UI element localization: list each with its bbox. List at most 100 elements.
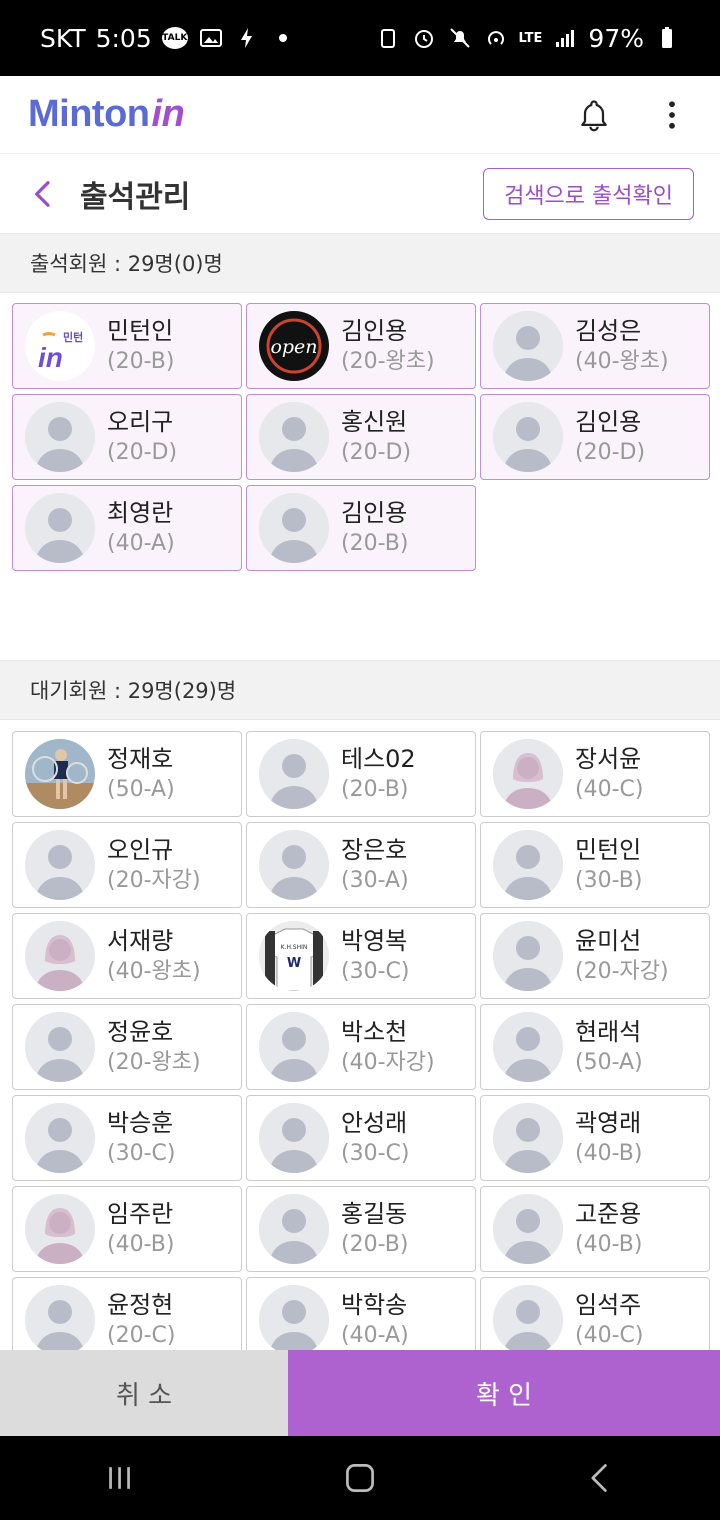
cancel-button[interactable]: 취 소 [0,1350,288,1436]
member-card[interactable]: 윤미선 (20-자강) [480,913,710,999]
member-name: 안성래 [341,1109,408,1137]
member-card[interactable]: 현래석 (50-A) [480,1004,710,1090]
member-card[interactable]: 윤정현 (20-C) [12,1277,242,1350]
avatar [493,1194,563,1264]
attended-heading: 출석회원 : 29명(0)명 [0,233,720,293]
member-info: 서재량 (40-왕초) [107,925,201,987]
member-grade: (30-C) [341,959,410,984]
confirm-button[interactable]: 확 인 [288,1350,720,1436]
member-card[interactable]: 홍길동 (20-B) [246,1186,476,1272]
battery-icon [654,25,680,51]
member-card[interactable]: 김성은 (40-왕초) [480,303,710,389]
member-grade: (40-C) [575,777,644,802]
signal-icon [552,25,578,51]
member-card[interactable]: 오인규 (20-자강) [12,822,242,908]
member-name: 테스02 [341,745,416,773]
more-vert-icon[interactable] [652,95,692,135]
avatar [259,402,329,472]
svg-text:민턴: 민턴 [63,330,83,344]
avatar [493,1012,563,1082]
member-grade: (50-A) [575,1050,643,1075]
clock: 5:05 [95,23,152,53]
member-name: 임석주 [575,1291,642,1319]
member-grade: (20-B) [341,531,409,556]
avatar [493,1103,563,1173]
member-card[interactable]: 김인용 (20-D) [480,394,710,480]
member-info: 윤정현 (20-C) [107,1289,175,1350]
member-card[interactable]: 테스02 (20-B) [246,731,476,817]
app-header: Minton in [0,76,720,154]
bell-icon[interactable] [574,95,614,135]
member-name: 윤미선 [575,927,642,955]
avatar [25,1103,95,1173]
svg-text:open: open [270,336,317,358]
member-info: 현래석 (50-A) [575,1016,643,1078]
member-name: 홍신원 [341,408,408,436]
member-grade: (40-C) [575,1323,644,1348]
member-card[interactable]: 민턴 in 민턴인 (20-B) [12,303,242,389]
member-grade: (20-왕초) [341,349,435,374]
member-name: 정재호 [107,745,174,773]
app-logo[interactable]: Minton in [28,93,185,136]
member-card[interactable]: 민턴인 (30-B) [480,822,710,908]
member-info: 김인용 (20-왕초) [341,315,435,377]
avatar [25,493,95,563]
member-grade: (20-자강) [107,868,201,893]
carrier-label: SKT [40,23,86,53]
home-icon[interactable] [330,1448,390,1508]
member-card[interactable]: 정재호 (50-A) [12,731,242,817]
member-info: 장은호 (30-A) [341,834,409,896]
member-grade: (20-자강) [575,959,669,984]
member-card[interactable]: 김인용 (20-B) [246,485,476,571]
member-card[interactable]: 최영란 (40-A) [12,485,242,571]
image-icon [198,25,224,51]
member-info: 민턴인 (20-B) [107,315,174,377]
avatar [493,830,563,900]
member-card[interactable]: 고준용 (40-B) [480,1186,710,1272]
member-name: 오리구 [107,408,174,436]
member-card[interactable]: 박소천 (40-자강) [246,1004,476,1090]
member-card[interactable]: 곽영래 (40-B) [480,1095,710,1181]
member-card[interactable]: K.H.SHIN W 박영복 (30-C) [246,913,476,999]
member-card[interactable]: 홍신원 (20-D) [246,394,476,480]
member-grade: (50-A) [107,777,175,802]
member-grade: (20-왕초) [107,1050,201,1075]
avatar [259,493,329,563]
avatar [493,1285,563,1350]
member-name: 김인용 [341,317,408,345]
recycle-icon [375,25,401,51]
member-card[interactable]: 임주란 (40-B) [12,1186,242,1272]
member-info: 오리구 (20-D) [107,406,177,468]
member-card[interactable]: 박학송 (40-A) [246,1277,476,1350]
member-card[interactable]: 오리구 (20-D) [12,394,242,480]
member-grade: (40-A) [341,1323,409,1348]
member-card[interactable]: 임석주 (40-C) [480,1277,710,1350]
bolt-icon [234,25,260,51]
svg-text:W: W [287,956,301,971]
avatar [259,1103,329,1173]
member-card[interactable]: open 김인용 (20-왕초) [246,303,476,389]
member-name: 장서윤 [575,745,642,773]
member-card[interactable]: 서재량 (40-왕초) [12,913,242,999]
logo-accent: in [151,93,185,135]
avatar [259,1012,329,1082]
member-name: 서재량 [107,927,174,955]
member-card[interactable]: 박승훈 (30-C) [12,1095,242,1181]
member-grade: (40-B) [575,1141,643,1166]
search-attendance-button[interactable]: 검색으로 출석확인 [483,168,694,220]
member-card[interactable]: 정윤호 (20-왕초) [12,1004,242,1090]
member-info: 장서윤 (40-C) [575,743,643,805]
avatar [493,311,563,381]
back-chevron-icon[interactable] [26,177,60,211]
member-card[interactable]: 장서윤 (40-C) [480,731,710,817]
recents-icon[interactable] [90,1448,150,1508]
member-name: 김성은 [575,317,642,345]
alarm-icon [411,25,437,51]
back-icon[interactable] [570,1448,630,1508]
waiting-scroll-area[interactable]: 정재호 (50-A) 테스02 (20-B) 장서윤 (40-C) 오인규 (20-자강) 장은… [0,722,720,1350]
member-grade: (20-B) [341,777,409,802]
member-name: 곽영래 [575,1109,642,1137]
avatar [259,1194,329,1264]
member-card[interactable]: 안성래 (30-C) [246,1095,476,1181]
member-card[interactable]: 장은호 (30-A) [246,822,476,908]
